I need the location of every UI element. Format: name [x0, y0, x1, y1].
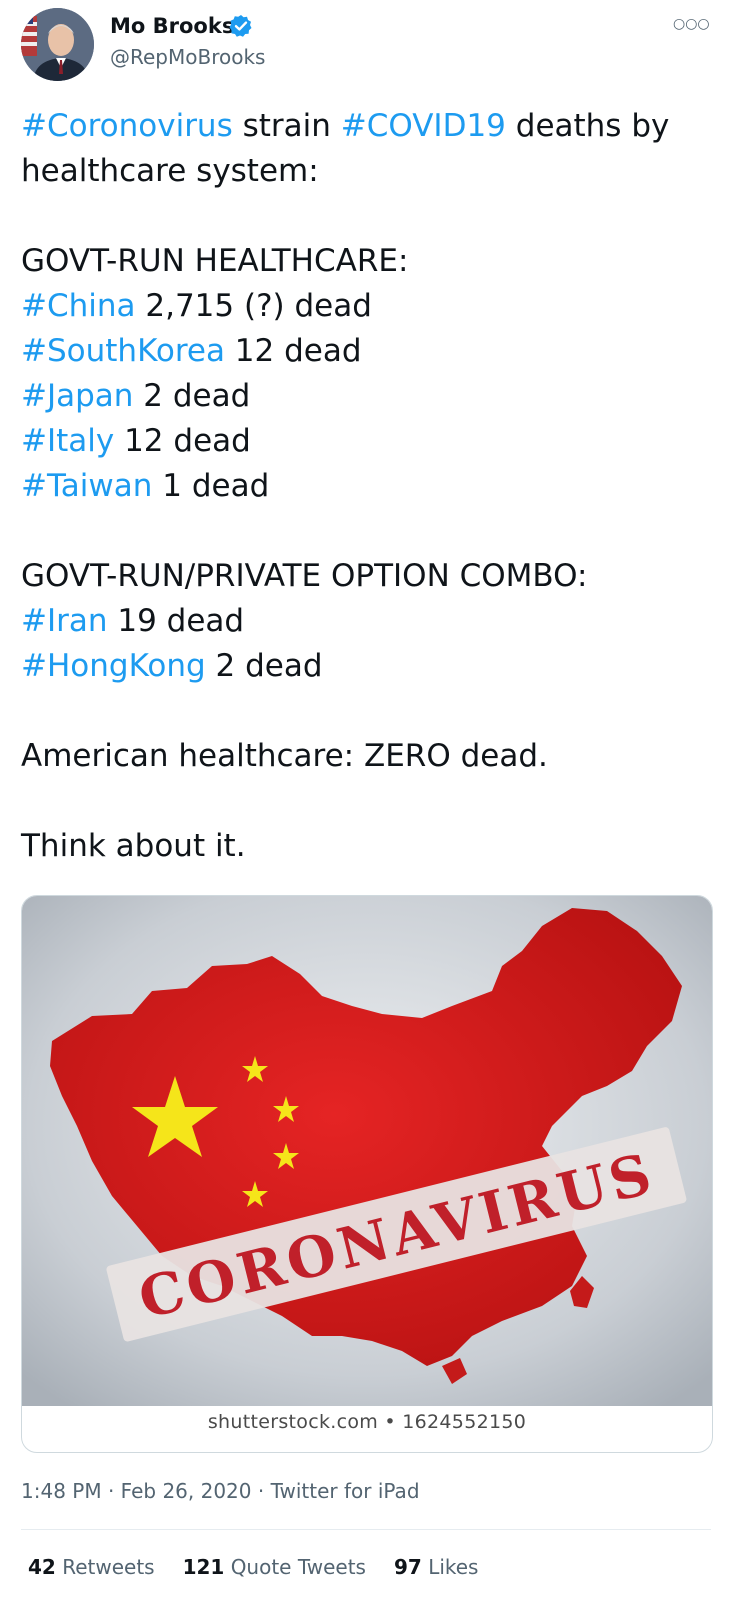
likes-count: 97: [393, 1555, 422, 1579]
retweets-count: 42: [28, 1555, 56, 1579]
hashtag-link[interactable]: #Japan: [21, 378, 133, 414]
tweet-text-segment: 12 dead: [224, 333, 362, 369]
more-options-icon[interactable]: ○○○: [673, 16, 710, 32]
meta-separator: ·: [257, 1479, 271, 1503]
tweet-line: GOVT-RUN HEALTHCARE:: [21, 239, 711, 284]
hashtag-link[interactable]: #Italy: [21, 423, 114, 459]
verified-badge-icon: [229, 14, 253, 38]
tweet-date[interactable]: Feb 26, 2020: [121, 1479, 252, 1503]
tweet-line: #China 2,715 (?) dead: [21, 284, 711, 329]
tweet-line: Think about it.: [21, 824, 711, 869]
tweet-line: #Taiwan 1 dead: [21, 464, 711, 509]
tweet-text-segment: 2,715 (?) dead: [135, 288, 372, 324]
tweet-text-segment: Think about it.: [21, 828, 246, 864]
hashtag-link[interactable]: #HongKong: [21, 648, 206, 684]
china-map-image: CORONAVIRUS: [22, 896, 712, 1406]
tweet-text-segment: deaths by: [505, 108, 670, 144]
likes-label: Likes: [428, 1555, 479, 1579]
hashtag-link[interactable]: #Taiwan: [21, 468, 152, 504]
tweet-line: #Iran 19 dead: [21, 599, 711, 644]
quote-tweets-stat[interactable]: 121 Quote Tweets: [183, 1555, 366, 1579]
tweet-text-segment: 12 dead: [114, 423, 251, 459]
retweets-stat[interactable]: 42 Retweets: [28, 1555, 155, 1579]
tweet-line: #SouthKorea 12 dead: [21, 329, 711, 374]
hashtag-link[interactable]: #Coronovirus: [21, 108, 233, 144]
hashtag-link[interactable]: #COVID19: [341, 108, 506, 144]
tweet-text-segment: 2 dead: [205, 648, 323, 684]
tweet-text: #Coronovirus strain #COVID19 deaths by he…: [21, 104, 711, 869]
tweet-text-segment: GOVT-RUN HEALTHCARE:: [21, 243, 409, 279]
tweet-text-segment: 2 dead: [133, 378, 251, 414]
quote-tweets-label: Quote Tweets: [230, 1555, 366, 1579]
tweet-text-segment: GOVT-RUN/PRIVATE OPTION COMBO:: [21, 558, 588, 594]
tweet-line: GOVT-RUN/PRIVATE OPTION COMBO:: [21, 554, 711, 599]
divider: [21, 1529, 711, 1530]
author-name[interactable]: Mo Brooks: [110, 14, 234, 38]
engagement-stats: 42 Retweets 121 Quote Tweets 97 Likes: [28, 1555, 478, 1579]
likes-stat[interactable]: 97 Likes: [394, 1555, 479, 1579]
meta-separator: ·: [107, 1479, 121, 1503]
tweet-line: #Coronovirus strain #COVID19 deaths by: [21, 104, 711, 149]
avatar[interactable]: [21, 8, 94, 81]
tweet-line: American healthcare: ZERO dead.: [21, 734, 711, 779]
quote-tweets-count: 121: [182, 1555, 225, 1579]
hashtag-link[interactable]: #Iran: [21, 603, 108, 639]
tweet-text-segment: strain: [232, 108, 341, 144]
tweet-line: healthcare system:: [21, 149, 711, 194]
tweet-meta: 1:48 PM · Feb 26, 2020 · Twitter for iPa…: [21, 1479, 420, 1503]
media-card[interactable]: CORONAVIRUS shutterstock.com • 162455215…: [21, 895, 713, 1453]
tweet-line: [21, 779, 711, 824]
tweet-source[interactable]: Twitter for iPad: [271, 1479, 420, 1503]
hashtag-link[interactable]: #SouthKorea: [21, 333, 225, 369]
tweet-time[interactable]: 1:48 PM: [21, 1479, 102, 1503]
tweet-text-segment: 19 dead: [107, 603, 245, 639]
tweet-line: [21, 689, 711, 734]
image-caption: shutterstock.com • 1624552150: [207, 1411, 527, 1433]
tweet-text-segment: American healthcare: ZERO dead.: [21, 738, 548, 774]
tweet-text-segment: 1 dead: [152, 468, 270, 504]
tweet-line: #Italy 12 dead: [21, 419, 711, 464]
tweet-line: #Japan 2 dead: [21, 374, 711, 419]
tweet-line: #HongKong 2 dead: [21, 644, 711, 689]
tweet-line: [21, 194, 711, 239]
author-handle[interactable]: @RepMoBrooks: [110, 45, 265, 69]
retweets-label: Retweets: [62, 1555, 155, 1579]
tweet-text-segment: healthcare system:: [21, 153, 319, 189]
hashtag-link[interactable]: #China: [21, 288, 136, 324]
tweet-line: [21, 509, 711, 554]
